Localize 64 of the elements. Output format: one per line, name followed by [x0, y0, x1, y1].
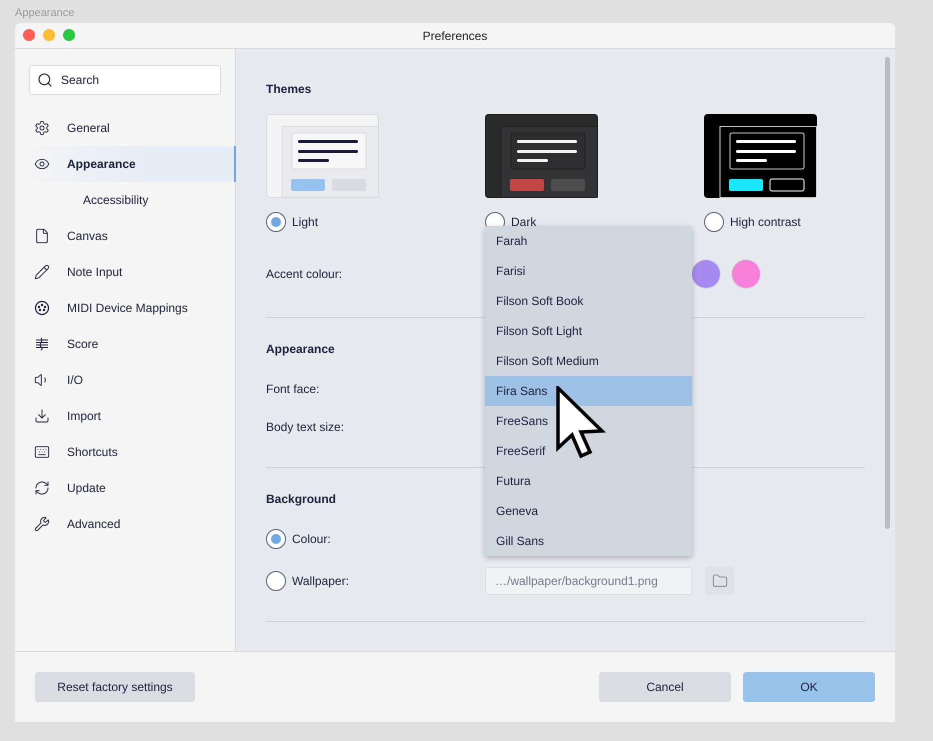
colour-swatch[interactable] [692, 260, 720, 288]
cancel-button[interactable]: Cancel [599, 672, 731, 702]
reset-button[interactable]: Reset factory settings [35, 672, 195, 702]
dropdown-option[interactable]: Filson Soft Book [485, 286, 692, 316]
radio-label: Wallpaper: [292, 574, 349, 588]
dropdown-option[interactable]: Filson Soft Medium [485, 346, 692, 376]
folder-icon [712, 573, 728, 589]
mouse-pointer-icon [556, 386, 606, 460]
radio-label: Colour: [292, 532, 331, 546]
sidebar-item[interactable]: Update [15, 470, 236, 506]
dropdown-option[interactable]: FreeSerif [485, 436, 692, 466]
pencil-icon [34, 264, 50, 280]
colour-swatch[interactable] [732, 260, 760, 288]
sidebar-item[interactable]: Accessibility [15, 182, 236, 218]
field-label: Body text size: [266, 420, 346, 434]
window-title: Preferences [422, 28, 488, 42]
eye-icon [34, 156, 50, 172]
radio-label: High contrast [730, 215, 801, 229]
search-field[interactable]: Search [29, 65, 221, 95]
radio-label: Light [292, 215, 318, 229]
section-heading: Appearance [266, 341, 336, 357]
sidebar-item[interactable]: General [15, 110, 236, 146]
sidebar-item[interactable]: I/O [15, 362, 236, 398]
dropdown-option[interactable]: Filson Soft Light [485, 316, 692, 346]
sidebar-item[interactable]: MIDI Device Mappings [15, 290, 236, 326]
radio-label: Dark [511, 215, 536, 229]
staff-icon [34, 336, 50, 352]
ok-button[interactable]: OK [743, 672, 875, 702]
browse-button[interactable] [705, 567, 734, 595]
search-icon [37, 72, 53, 88]
dropdown-option[interactable]: Fira Sans [485, 376, 692, 406]
sidebar-item[interactable]: Import [15, 398, 236, 434]
dropdown-option[interactable]: Gill Sans [485, 526, 692, 556]
theme-preview-drawing[interactable] [704, 114, 817, 198]
dropdown-option[interactable]: Futura [485, 466, 692, 496]
dropdown-option[interactable]: Farisi [485, 256, 692, 286]
scrollbar[interactable] [885, 57, 890, 529]
window-caption: Appearance [14, 6, 76, 21]
radio-button[interactable] [266, 529, 286, 549]
sidebar-item[interactable]: Score [15, 326, 236, 362]
gear-icon [34, 120, 50, 136]
close-button[interactable] [23, 29, 35, 41]
download-icon [34, 408, 50, 424]
refresh-icon [34, 480, 50, 496]
sidebar-item[interactable]: Note Input [15, 254, 236, 290]
radio-button[interactable] [704, 212, 724, 232]
radio-button[interactable] [266, 571, 286, 591]
dropdown-option[interactable]: Farah [485, 226, 692, 256]
section-heading: Background [266, 491, 338, 507]
section-heading: Themes [266, 81, 312, 97]
midi-connector-icon [34, 300, 50, 316]
keyboard-icon [34, 444, 50, 460]
field-label: Accent colour: [266, 267, 344, 281]
sidebar-item[interactable]: Advanced [15, 506, 236, 542]
wallpaper-path-field[interactable]: …/wallpaper/background1.png [485, 567, 692, 595]
sidebar-item[interactable]: Shortcuts [15, 434, 236, 470]
theme-preview-drawing[interactable] [485, 114, 598, 198]
page-icon [34, 228, 50, 244]
dropdown-option[interactable]: FreeSans [485, 406, 692, 436]
wrench-icon [34, 516, 50, 532]
sidebar-item[interactable]: Canvas [15, 218, 236, 254]
field-label: Font face: [266, 382, 320, 396]
radio-button[interactable] [266, 212, 286, 232]
dropdown-option[interactable]: Geneva [485, 496, 692, 526]
